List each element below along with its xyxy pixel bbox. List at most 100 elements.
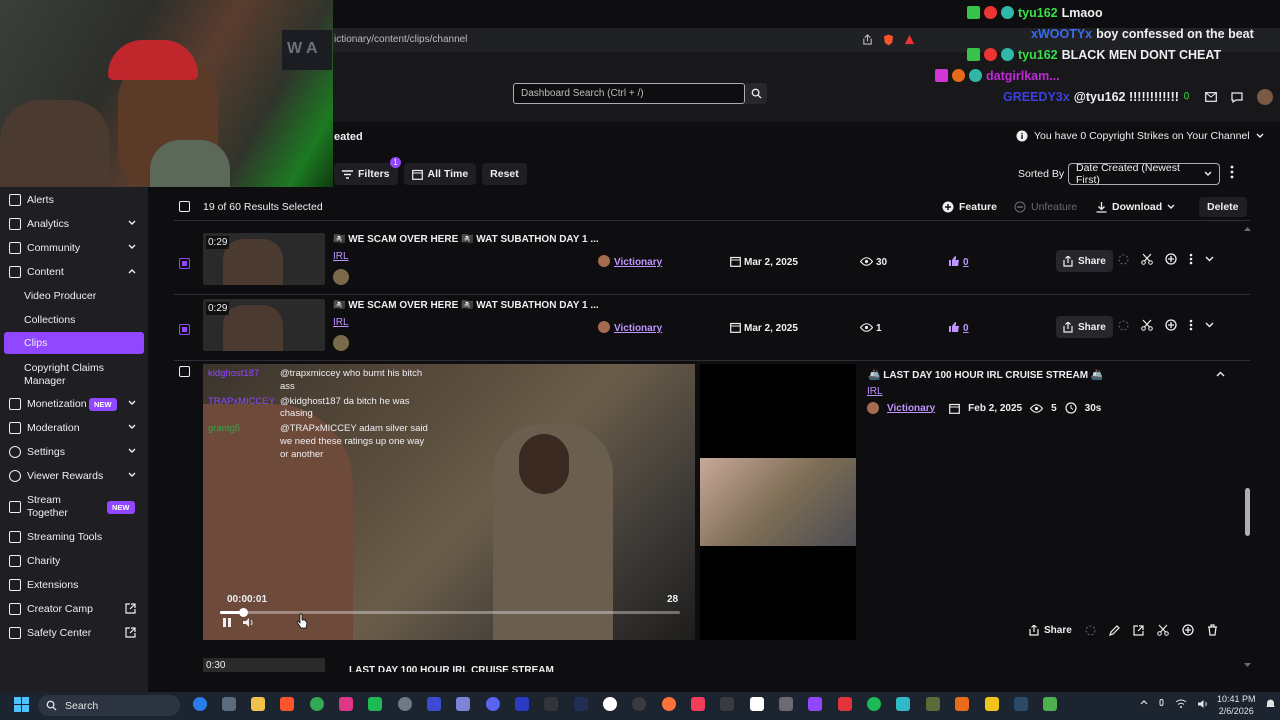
sidebar-item-creator-camp[interactable]: Creator Camp [0,598,148,620]
more-options-icon[interactable] [1189,253,1193,265]
clip-row[interactable]: 0:29 🏴‍☠️ WE SCAM OVER HERE 🏴‍☠️ WAT SUB… [174,229,1250,295]
mic-icon[interactable] [1158,699,1165,709]
clip-title[interactable]: 🏴‍☠️ WE SCAM OVER HERE 🏴‍☠️ WAT SUBATHON… [333,300,599,311]
clip-title[interactable]: LAST DAY 100 HOUR IRL CRUISE STREAM [349,665,554,672]
browser-url[interactable]: ictionary/content/clips/channel [334,34,467,45]
expanded-clip-channel[interactable]: Victionary [887,403,935,414]
twitch-icon[interactable] [808,697,822,711]
volume-icon[interactable] [242,617,254,628]
sidebar-item-settings[interactable]: Settings [0,441,148,463]
share-button[interactable]: Share [1056,316,1113,338]
app-icon[interactable] [632,697,646,711]
music-icon[interactable] [691,697,705,711]
clip-thumbnail[interactable]: 0:29 [203,299,325,351]
loading-icon[interactable] [1118,254,1129,265]
app-icon[interactable] [926,697,940,711]
app-icon[interactable] [427,697,441,711]
sidebar-item-monetization[interactable]: Monetization NEW [0,393,148,415]
delete-button[interactable]: Delete [1199,197,1247,217]
sidebar-item-stream-together[interactable]: Stream Together NEW [0,493,148,521]
sidebar-item-extensions[interactable]: Extensions [0,574,148,596]
share-button[interactable]: Share [1056,250,1113,272]
loading-icon[interactable] [1118,320,1129,331]
brave-icon[interactable] [280,697,294,711]
share-button[interactable]: Share [1022,619,1079,641]
clip-title[interactable]: 🏴‍☠️ WE SCAM OVER HERE 🏴‍☠️ WAT SUBATHON… [333,234,599,245]
app-icon[interactable] [779,697,793,711]
sidebar-item-content[interactable]: Content [0,261,148,283]
sidebar-item-copyright-claims[interactable]: Copyright Claims Manager [0,361,120,389]
sidebar-item-clips[interactable]: Clips [4,332,144,354]
app-icon[interactable] [720,697,734,711]
copyright-strikes-dropdown[interactable]: You have 0 Copyright Strikes on Your Cha… [1006,126,1274,146]
clip-likes[interactable]: 0 [963,257,969,268]
sidebar-item-collections[interactable]: Collections [0,309,148,331]
filters-button[interactable]: Filters [334,163,398,185]
clip-preview-image[interactable] [700,458,856,546]
spotify-icon[interactable] [867,697,881,711]
trash-icon[interactable] [1207,624,1218,636]
notifications-icon[interactable] [1266,698,1275,709]
app-icon[interactable] [1043,697,1057,711]
sidebar-item-viewer-rewards[interactable]: Viewer Rewards [0,465,148,487]
sidebar-item-alerts[interactable]: Alerts [0,189,148,211]
clip-channel[interactable]: Victionary [614,257,662,268]
chevron-down-icon[interactable] [1205,256,1214,262]
pause-icon[interactable] [222,617,232,628]
app-icon[interactable] [544,697,558,711]
app-icon[interactable] [456,697,470,711]
sidebar-item-safety-center[interactable]: Safety Center [0,622,148,644]
file-explorer-icon[interactable] [251,697,265,711]
windows-start-icon[interactable] [14,697,29,712]
chevron-up-icon[interactable] [1216,371,1225,377]
chrome-icon[interactable] [310,697,324,711]
app-icon[interactable] [750,697,764,711]
external-link-icon[interactable] [1133,624,1144,636]
clip-thumbnail[interactable]: 0:29 [203,233,325,285]
taskbar-search[interactable]: Search [38,695,180,716]
scissors-icon[interactable] [1141,319,1153,331]
sidebar-item-video-producer[interactable]: Video Producer [0,285,148,307]
app-icon[interactable] [515,697,529,711]
search-button[interactable] [745,83,767,104]
more-options-icon[interactable] [1189,319,1193,331]
expanded-clip-title[interactable]: 🚢 LAST DAY 100 HOUR IRL CRUISE STREAM 🚢 [868,370,1103,381]
chevron-down-icon[interactable] [1205,322,1214,328]
add-circle-icon[interactable] [1165,253,1177,265]
add-circle-icon[interactable] [1165,319,1177,331]
app-icon[interactable] [838,697,852,711]
clip-category[interactable]: IRL [333,251,349,262]
volume-icon[interactable] [1197,699,1209,709]
wifi-icon[interactable] [1175,699,1187,709]
brave-shield-icon[interactable] [883,34,894,46]
clip-thumbnail[interactable]: 0:30 [203,658,325,672]
firefox-icon[interactable] [662,697,676,711]
app-icon[interactable] [398,697,412,711]
video-progress-handle[interactable] [239,608,248,617]
loading-icon[interactable] [1085,625,1096,636]
app-icon[interactable] [896,697,910,711]
scissors-icon[interactable] [1141,253,1153,265]
sidebar-item-moderation[interactable]: Moderation [0,417,148,439]
download-button[interactable]: Download [1096,197,1175,217]
clip-channel[interactable]: Victionary [614,323,662,334]
steam-icon[interactable] [1014,697,1028,711]
unfeature-button[interactable]: Unfeature [1014,197,1077,217]
scroll-down-icon[interactable] [1244,663,1251,668]
chevron-up-icon[interactable] [1140,699,1148,709]
edit-pencil-icon[interactable] [1109,624,1120,636]
sort-select[interactable]: Date Created (Newest First) [1068,162,1220,186]
taskbar-clock[interactable]: 10:41 PM 2/6/2026 [1217,694,1256,717]
scrollbar-thumb[interactable] [1245,488,1250,536]
sidebar-item-analytics[interactable]: Analytics [0,213,148,235]
video-progress-track[interactable] [220,608,680,617]
dashboard-search-input[interactable]: Dashboard Search (Ctrl + /) [513,83,745,104]
app-icon[interactable] [368,697,382,711]
app-icon[interactable] [955,697,969,711]
sidebar-item-community[interactable]: Community [0,237,148,259]
sidebar-item-charity[interactable]: Charity [0,550,148,572]
scroll-up-icon[interactable] [1244,226,1251,231]
clip-row[interactable]: 0:29 🏴‍☠️ WE SCAM OVER HERE 🏴‍☠️ WAT SUB… [174,295,1250,361]
photoshop-icon[interactable] [574,697,588,711]
clip-likes[interactable]: 0 [963,323,969,334]
